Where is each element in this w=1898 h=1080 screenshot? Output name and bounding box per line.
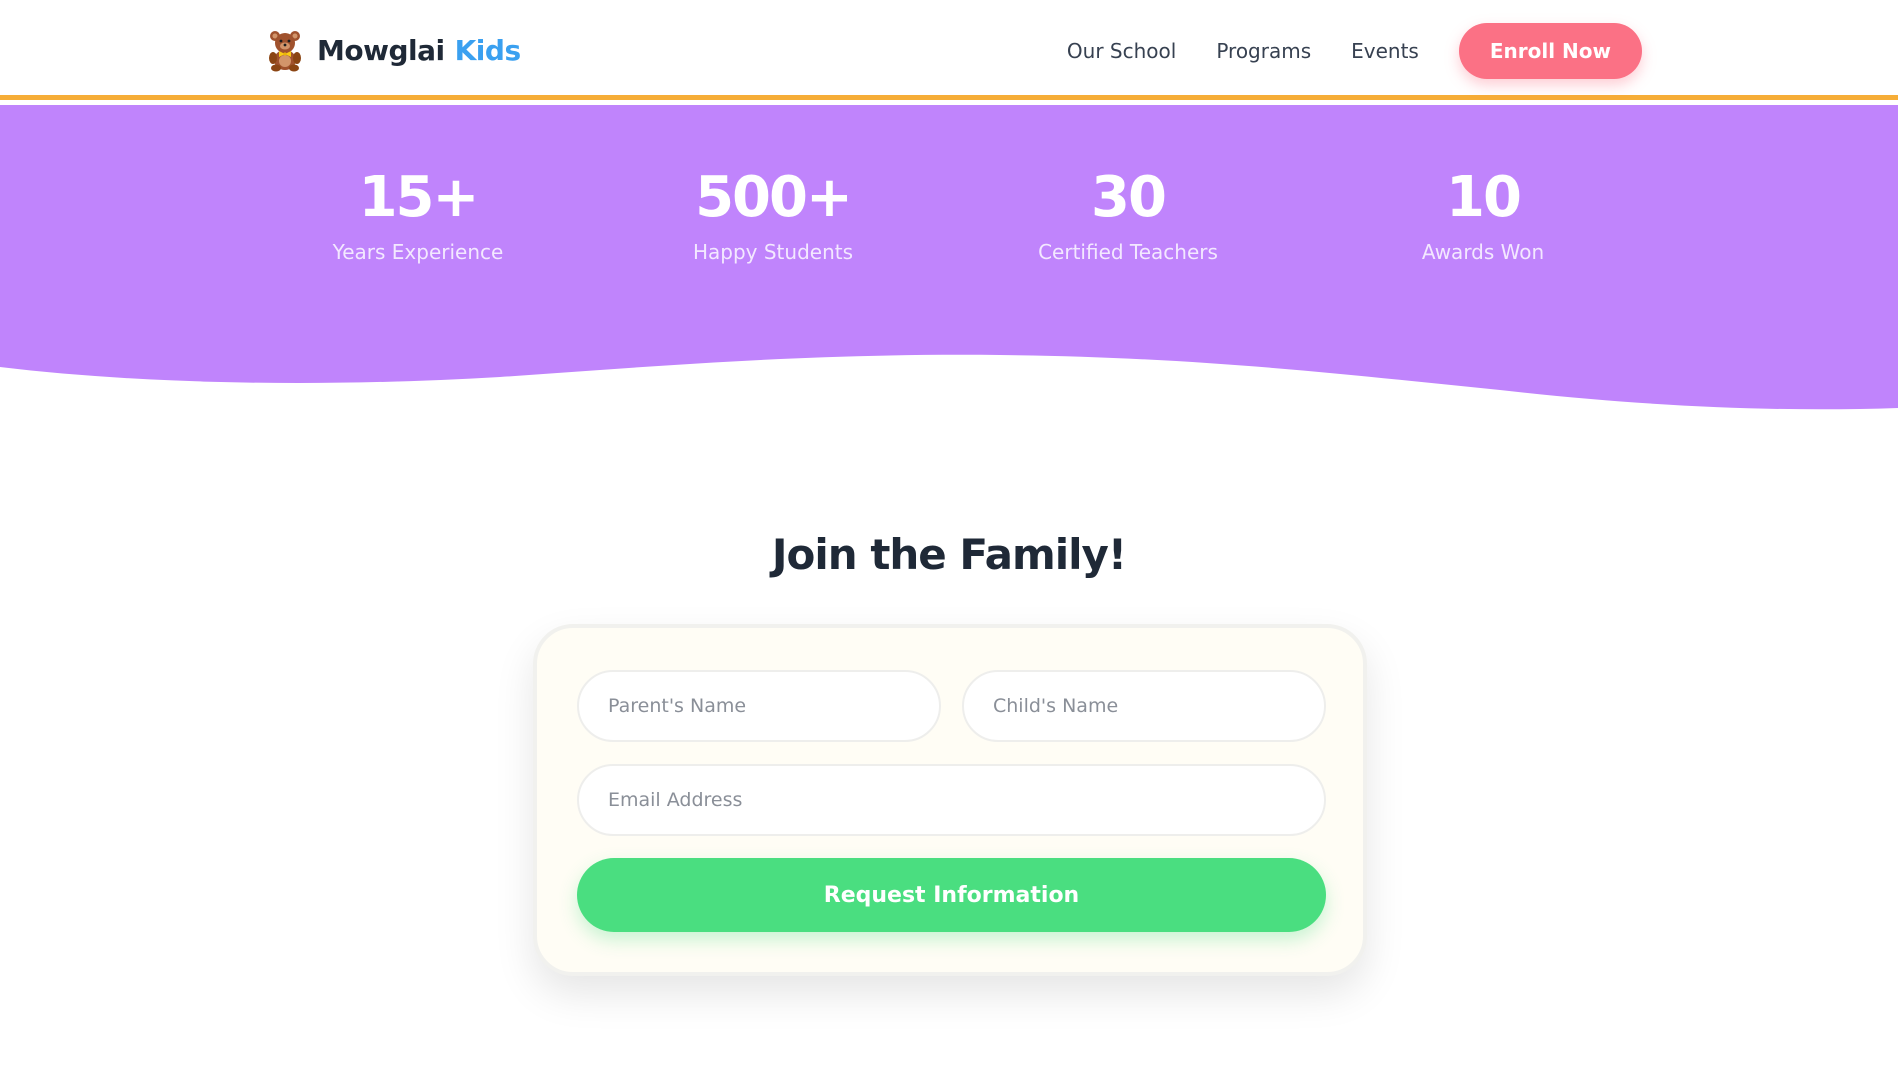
stat-awards-won: 10 Awards Won xyxy=(1333,165,1633,267)
stat-value: 15+ xyxy=(358,165,480,230)
stat-happy-students: 500+ Happy Students xyxy=(623,165,923,267)
enroll-now-button[interactable]: Enroll Now xyxy=(1458,23,1642,79)
stat-certified-teachers: 30 Certified Teachers xyxy=(978,165,1278,267)
stat-label: Certified Teachers xyxy=(1038,240,1218,264)
email-input[interactable] xyxy=(577,764,1326,836)
parent-name-input[interactable] xyxy=(577,670,941,742)
teddy-bear-icon xyxy=(269,31,301,72)
stat-label: Awards Won xyxy=(1421,240,1545,264)
info-request-form: Request Information xyxy=(533,624,1367,976)
stat-label: Happy Students xyxy=(692,240,854,264)
stat-years-experience: 15+ Years Experience xyxy=(268,165,568,267)
brand-logo[interactable]: Mowglai Kids xyxy=(265,28,521,72)
stat-label: Years Experience xyxy=(332,240,504,264)
nav-events[interactable]: Events xyxy=(1351,39,1419,63)
brand-accent: Kids xyxy=(454,33,522,67)
child-name-input[interactable] xyxy=(962,670,1326,742)
site-header: Mowglai Kids Our School Programs Events … xyxy=(0,0,1898,100)
join-title: Join the Family! xyxy=(771,530,1127,579)
nav-programs[interactable]: Programs xyxy=(1216,39,1311,63)
request-information-button[interactable]: Request Information xyxy=(577,858,1326,932)
stat-value: 30 xyxy=(1091,165,1167,230)
stat-value: 500+ xyxy=(695,165,853,230)
stat-value: 10 xyxy=(1446,165,1522,230)
brand-name: Mowglai xyxy=(317,33,445,67)
main-nav: Our School Programs Events Enroll Now xyxy=(1067,23,1642,79)
stats-band: 15+ Years Experience 500+ Happy Students… xyxy=(0,105,1898,415)
nav-our-school[interactable]: Our School xyxy=(1067,39,1176,63)
